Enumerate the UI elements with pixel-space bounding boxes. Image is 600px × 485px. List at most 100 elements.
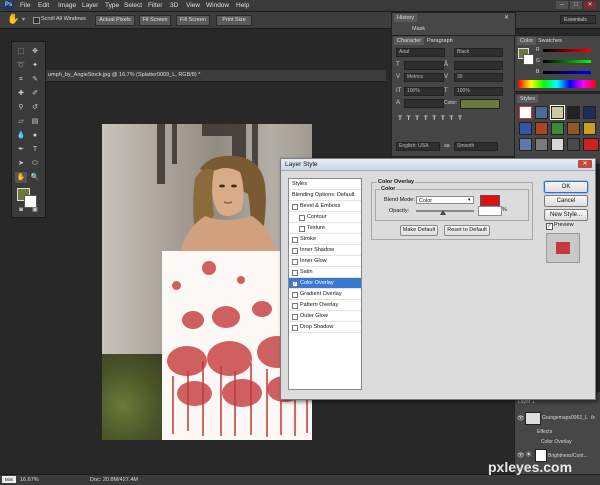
reset-to-default-button[interactable]: Reset to Default: [444, 225, 490, 236]
document-tab[interactable]: umph_by_AngieStock.jpg @ 16.7% (Splatter…: [46, 70, 386, 82]
channel-r-slider[interactable]: [543, 49, 591, 52]
style-swatch[interactable]: [583, 106, 596, 119]
style-swatch[interactable]: [567, 122, 580, 135]
style-list-item[interactable]: Contour: [289, 212, 361, 223]
type-style-buttons[interactable]: TTTTTTTT: [398, 115, 510, 124]
style-swatch[interactable]: [535, 138, 548, 151]
zoom-level[interactable]: 16.67%: [20, 476, 39, 484]
style-list-item[interactable]: Satin: [289, 267, 361, 278]
style-list-item[interactable]: Stroke: [289, 234, 361, 245]
style-swatch[interactable]: [583, 138, 599, 151]
minimize-icon[interactable]: –: [556, 1, 568, 9]
style-list-item[interactable]: Inner Shadow: [289, 245, 361, 256]
screen-mode-icon[interactable]: ▣: [29, 205, 41, 216]
antialias-select[interactable]: Smooth: [454, 142, 498, 151]
lasso-tool-icon[interactable]: ➰: [15, 60, 27, 71]
style-checkbox[interactable]: [292, 204, 298, 210]
path-selection-tool-icon[interactable]: ➤: [15, 158, 27, 169]
type-tool-icon[interactable]: T: [29, 144, 41, 155]
menu-type[interactable]: Type: [105, 1, 119, 10]
menu-window[interactable]: Window: [206, 1, 229, 10]
pen-tool-icon[interactable]: ✒: [15, 144, 27, 155]
font-size-field[interactable]: [404, 61, 444, 70]
maximize-icon[interactable]: □: [570, 1, 582, 9]
move-tool-icon[interactable]: ✥: [29, 46, 41, 57]
leading-field[interactable]: [454, 61, 503, 70]
channel-b-slider[interactable]: [543, 71, 591, 74]
style-swatch[interactable]: [551, 138, 564, 151]
fit-screen-button[interactable]: Fit Screen: [139, 15, 171, 26]
style-checkbox[interactable]: [292, 270, 298, 276]
tab-character[interactable]: Character: [394, 37, 425, 45]
style-checkbox[interactable]: [292, 248, 298, 254]
healing-brush-tool-icon[interactable]: ✚: [15, 88, 27, 99]
font-style-select[interactable]: Black: [454, 48, 503, 57]
style-list-item[interactable]: Pattern Overlay: [289, 300, 361, 311]
style-swatch-none[interactable]: [519, 106, 532, 119]
style-checkbox[interactable]: [292, 259, 298, 265]
tab-styles[interactable]: Styles: [517, 95, 538, 103]
tab-swatches[interactable]: Swatches: [535, 37, 565, 45]
quick-mask-icon[interactable]: ◙: [15, 205, 27, 216]
actual-pixels-button[interactable]: Actual Pixels: [95, 15, 135, 26]
menu-filter[interactable]: Filter: [148, 1, 162, 10]
blur-tool-icon[interactable]: 💧: [15, 130, 27, 141]
style-swatch[interactable]: [519, 122, 532, 135]
new-style-button[interactable]: New Style...: [544, 209, 588, 221]
style-list-header[interactable]: Styles: [289, 179, 361, 190]
style-checkbox[interactable]: [292, 325, 298, 331]
opacity-field[interactable]: [478, 206, 502, 216]
style-swatch[interactable]: [535, 122, 548, 135]
menu-select[interactable]: Select: [124, 1, 142, 10]
layer-row[interactable]: Grungemaps0062_L: [542, 414, 588, 422]
shape-tool-icon[interactable]: ⬭: [29, 158, 41, 169]
style-list-item[interactable]: Outer Glow: [289, 311, 361, 322]
clone-stamp-tool-icon[interactable]: ⚲: [15, 102, 27, 113]
print-size-button[interactable]: Print Size: [216, 15, 252, 26]
fx-icon[interactable]: fx: [591, 414, 595, 422]
style-swatch[interactable]: [519, 138, 532, 151]
tab-history[interactable]: History: [394, 14, 418, 22]
tool-preset-chevron-icon[interactable]: ▾: [22, 16, 25, 23]
magic-wand-tool-icon[interactable]: ✦: [29, 60, 41, 71]
style-list-item[interactable]: ✓ Color Overlay: [289, 278, 361, 289]
menu-3d[interactable]: 3D: [170, 1, 178, 10]
fill-screen-button[interactable]: Fill Screen: [176, 15, 210, 26]
blend-mode-select[interactable]: Color: [416, 196, 474, 204]
language-select[interactable]: English: USA: [396, 142, 440, 151]
scroll-all-checkbox[interactable]: [33, 17, 40, 24]
close-icon[interactable]: ✕: [584, 1, 596, 9]
style-list-item[interactable]: Inner Glow: [289, 256, 361, 267]
style-checkbox[interactable]: [292, 292, 298, 298]
cancel-button[interactable]: Cancel: [544, 195, 588, 207]
ok-button[interactable]: OK: [544, 181, 588, 193]
chevron-down-icon[interactable]: ▾: [468, 196, 471, 204]
workspace-switcher[interactable]: Essentials: [560, 15, 596, 24]
style-checkbox[interactable]: [299, 226, 305, 232]
layer-effect-item[interactable]: Color Overlay: [541, 438, 572, 446]
tab-color[interactable]: Color: [517, 37, 537, 45]
dialog-title-bar[interactable]: Layer Style ✕: [281, 159, 595, 171]
style-swatch[interactable]: [567, 138, 580, 151]
preview-checkbox[interactable]: ✓: [546, 223, 553, 230]
make-default-button[interactable]: Make Default: [400, 225, 438, 236]
baseline-shift-field[interactable]: [404, 99, 444, 108]
layer-visibility-icon[interactable]: 👁: [517, 415, 525, 422]
dodge-tool-icon[interactable]: ●: [29, 130, 41, 141]
menu-view[interactable]: View: [186, 1, 200, 10]
color-spectrum-bar[interactable]: [518, 80, 596, 88]
zoom-tool-icon[interactable]: 🔍: [29, 172, 41, 183]
vertical-scale-field[interactable]: 100%: [404, 87, 444, 96]
eraser-tool-icon[interactable]: ▱: [15, 116, 27, 127]
style-swatch[interactable]: [551, 122, 564, 135]
style-swatch[interactable]: [583, 122, 596, 135]
style-swatch[interactable]: [567, 106, 580, 119]
menu-file[interactable]: File: [20, 1, 30, 10]
style-checkbox[interactable]: [292, 303, 298, 309]
style-checkbox[interactable]: [292, 237, 298, 243]
menu-image[interactable]: Image: [58, 1, 76, 10]
text-color-swatch[interactable]: [460, 99, 500, 109]
tracking-field[interactable]: 30: [454, 73, 503, 82]
style-list-header[interactable]: Blending Options: Default: [289, 190, 361, 201]
brush-tool-icon[interactable]: ✐: [29, 88, 41, 99]
